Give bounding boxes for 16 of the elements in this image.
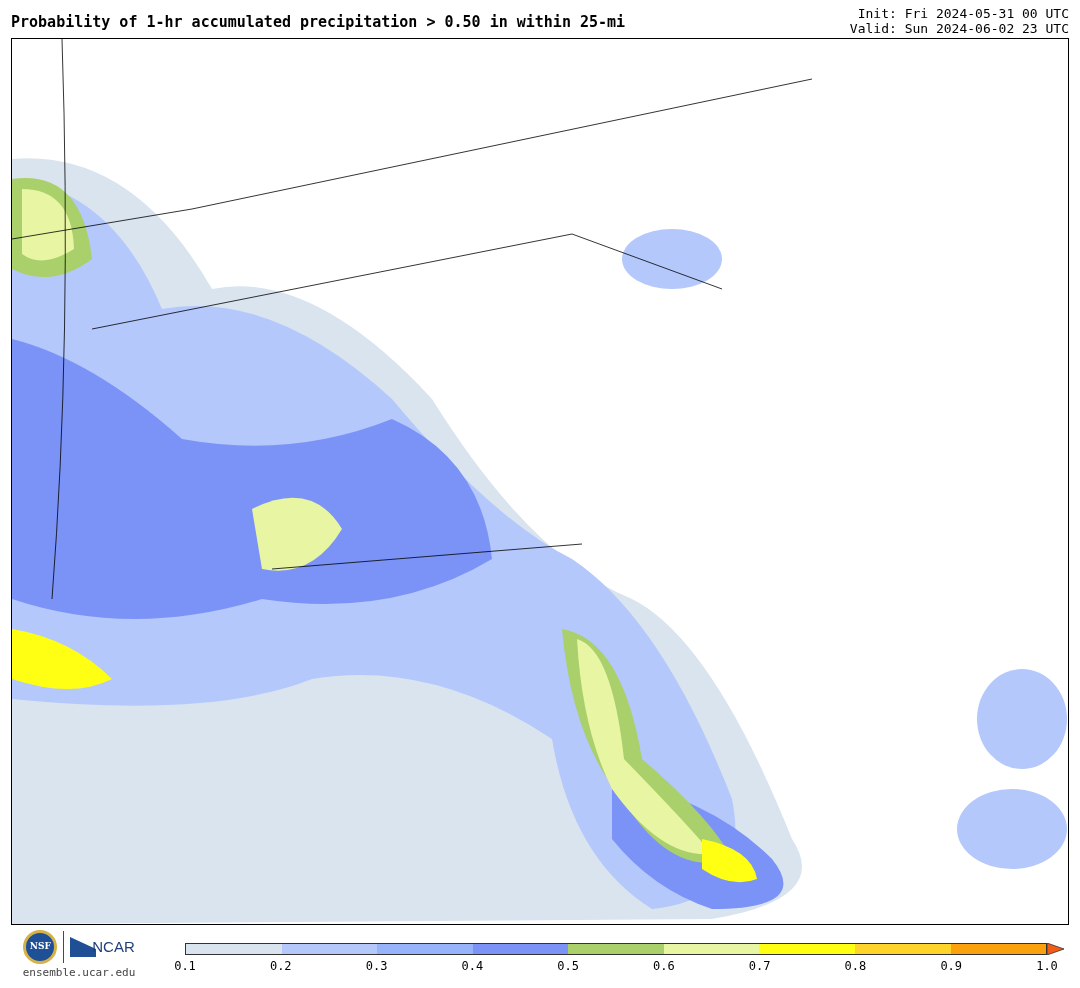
colorbar-tick-label: 0.5 <box>557 958 579 974</box>
colorbar-tick-label: 0.2 <box>269 958 292 974</box>
colorbar-tick-label: 0.7 <box>748 958 771 974</box>
colorbar-tick-label: 0.1 <box>174 958 196 974</box>
colorbar-tick-label: 0.9 <box>940 958 963 974</box>
site-url: ensemble.ucar.edu <box>22 965 136 981</box>
nsf-logo: NSF <box>23 930 58 964</box>
colorbar-tick-label: 0.3 <box>365 958 388 974</box>
colorbar-tick-label: 1.0 <box>1036 958 1058 974</box>
chart-title: Probability of 1-hr accumulated precipitation > 0.50 in within 25-mi <box>11 12 626 32</box>
colorbar-tick-label: 0.4 <box>461 958 484 974</box>
init-time: Init: Fri 2024-05-31 00 UTC <box>857 6 1069 21</box>
colorbar-tick-label: 0.8 <box>844 958 867 974</box>
colorbar-tick-label: 0.6 <box>653 958 675 974</box>
valid-time: Valid: Sun 2024-06-02 23 UTC <box>849 21 1069 36</box>
ncar-logo: NCAR <box>92 936 135 957</box>
